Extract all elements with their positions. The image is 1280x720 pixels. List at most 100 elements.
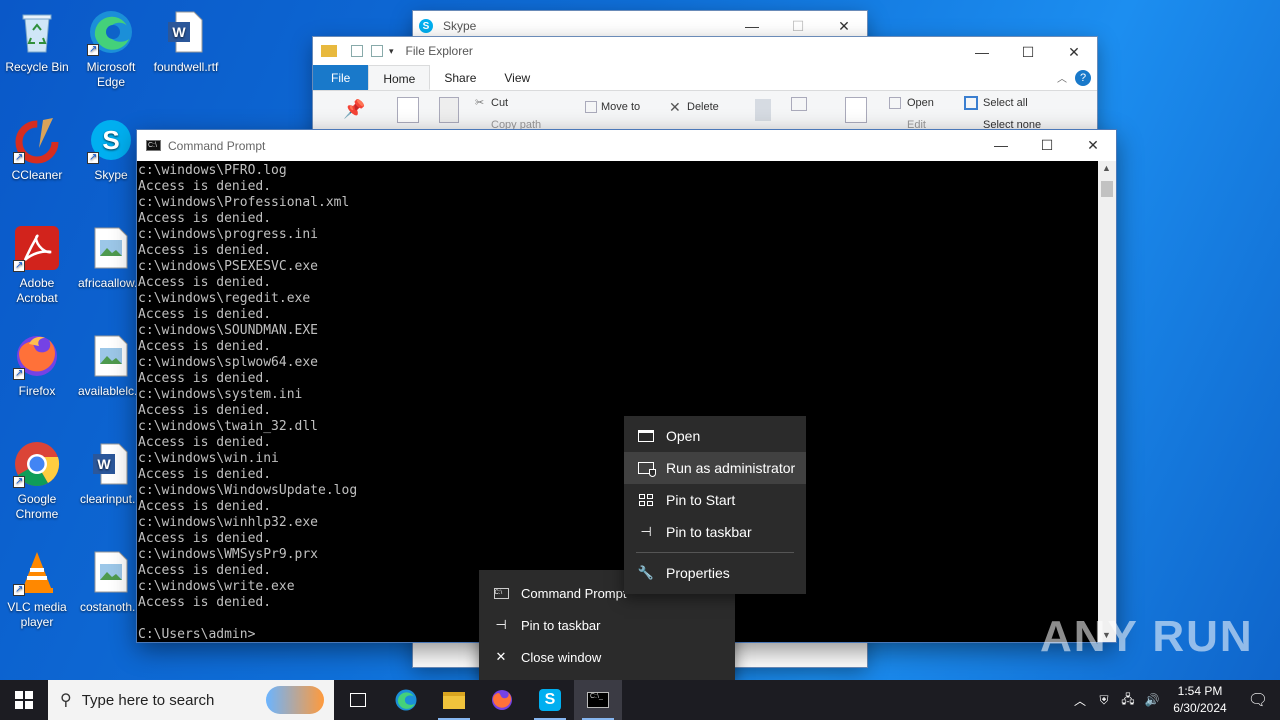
menu-item-pin-to-start[interactable]: Pin to Start: [624, 484, 806, 516]
console-line: c:\windows\Professional.xml: [138, 195, 350, 210]
desktop-icon-firefox[interactable]: Firefox: [1, 332, 73, 399]
delete-icon[interactable]: ✕: [669, 99, 681, 116]
cut-label[interactable]: Cut: [491, 97, 508, 109]
desktop-icon-label: Recycle Bin: [5, 60, 69, 74]
console-line: Access is denied.: [138, 403, 272, 418]
maximize-button[interactable]: ☐: [1024, 130, 1070, 160]
skype-icon: S: [87, 116, 135, 165]
console-line: Access is denied.: [138, 531, 272, 546]
pin-icon[interactable]: 📌: [343, 99, 365, 120]
copy-icon[interactable]: [397, 97, 419, 123]
jump-list-item-pin[interactable]: ⊣ Pin to taskbar: [479, 609, 735, 641]
menu-separator: [636, 552, 794, 553]
taskbar-command-prompt[interactable]: C:\_: [574, 680, 622, 720]
open-icon[interactable]: [889, 97, 901, 109]
new-folder-quick-icon[interactable]: [371, 45, 383, 57]
admin-shield-icon: [636, 460, 656, 477]
console-line: Access is denied.: [138, 435, 272, 450]
system-tray: ︿ ⛨ 🖧 🔊 1:54 PM 6/30/2024 🗨: [1068, 680, 1280, 720]
firefox-icon: [492, 690, 512, 710]
desktop-icon-label: VLC media player: [7, 600, 67, 629]
properties-icon[interactable]: [845, 97, 867, 123]
open-label[interactable]: Open: [907, 97, 934, 109]
desktop-icon-acrobat[interactable]: Adobe Acrobat: [1, 224, 73, 306]
desktop-icon-label: foundwell.rtf: [153, 60, 219, 74]
console-line: Access is denied.: [138, 307, 272, 322]
task-view-button[interactable]: [334, 680, 382, 720]
maximize-button[interactable]: ☐: [1005, 37, 1051, 67]
console-line: c:\windows\SOUNDMAN.EXE: [138, 323, 319, 338]
network-icon[interactable]: 🖧: [1116, 690, 1140, 711]
cmd-titlebar[interactable]: C:\ Command Prompt — ☐ ✕: [137, 130, 1116, 161]
console-line: Access is denied.: [138, 467, 272, 482]
close-button[interactable]: ✕: [1070, 130, 1116, 160]
paste-icon[interactable]: [439, 97, 459, 123]
tab-file[interactable]: File: [313, 65, 369, 90]
pin-icon: ⊣: [640, 524, 652, 539]
security-icon[interactable]: ⛨: [1092, 693, 1116, 708]
select-all-icon[interactable]: [964, 96, 978, 110]
console-line: Access is denied.: [138, 371, 272, 386]
console-line: c:\windows\regedit.exe: [138, 291, 311, 306]
collapse-ribbon-icon[interactable]: ︿: [1057, 70, 1067, 85]
minimize-button[interactable]: —: [959, 37, 1005, 67]
jump-list-item-close[interactable]: ✕ Close window: [479, 641, 735, 673]
search-icon: ⚲: [60, 692, 72, 709]
menu-item-run-as-administrator[interactable]: Run as administrator: [624, 452, 806, 484]
console-line: c:\windows\PSEXESVC.exe: [138, 259, 319, 274]
menu-item-open[interactable]: Open: [624, 420, 806, 452]
select-all-label[interactable]: Select all: [983, 97, 1028, 109]
rename-icon[interactable]: [755, 99, 771, 121]
desktop-icon-chrome[interactable]: Google Chrome: [1, 440, 73, 522]
window-icon: [636, 428, 656, 444]
tab-view[interactable]: View: [490, 65, 544, 90]
menu-item-properties[interactable]: 🔧 Properties: [624, 557, 806, 589]
taskbar-firefox[interactable]: [478, 680, 526, 720]
shortcut-arrow-icon: [13, 474, 25, 489]
quick-access-dropdown-icon[interactable]: ▾: [389, 46, 394, 57]
delete-label[interactable]: Delete: [687, 101, 719, 113]
console-line: Access is denied.: [138, 499, 272, 514]
menu-item-label: Open: [666, 428, 701, 444]
shortcut-arrow-icon: [87, 42, 99, 57]
cut-icon[interactable]: ✂: [475, 96, 484, 109]
recycle-bin-icon: [13, 8, 61, 56]
taskbar-file-explorer[interactable]: [430, 680, 478, 720]
pin-to-start-icon: [636, 492, 656, 508]
show-hidden-icons-icon[interactable]: ︿: [1068, 692, 1092, 709]
taskbar-search-box[interactable]: ⚲ Type here to search: [48, 680, 334, 720]
close-icon: ✕: [495, 649, 507, 664]
properties-quick-icon[interactable]: [351, 45, 363, 57]
scroll-thumb[interactable]: [1101, 181, 1113, 197]
desktop-icon-recycle-bin[interactable]: Recycle Bin: [1, 8, 73, 75]
clock[interactable]: 1:54 PM 6/30/2024: [1164, 683, 1236, 717]
console-line: c:\windows\progress.ini: [138, 227, 319, 242]
vertical-scrollbar[interactable]: ▲ ▼: [1098, 161, 1116, 642]
file-explorer-window[interactable]: ▾ File Explorer — ☐ ✕ File Home Share Vi…: [313, 37, 1097, 137]
volume-icon[interactable]: 🔊: [1140, 693, 1164, 707]
notifications-icon[interactable]: 🗨: [1236, 690, 1280, 710]
shortcut-arrow-icon: [87, 150, 99, 165]
scroll-up-icon[interactable]: ▲: [1102, 163, 1111, 173]
close-button[interactable]: ✕: [1051, 37, 1097, 67]
menu-item-pin-to-taskbar[interactable]: ⊣ Pin to taskbar: [624, 516, 806, 548]
explorer-titlebar[interactable]: ▾ File Explorer — ☐ ✕: [313, 37, 1097, 65]
taskbar-edge[interactable]: [382, 680, 430, 720]
move-to-icon[interactable]: [585, 101, 597, 113]
desktop-icon-foundwell[interactable]: W foundwell.rtf: [150, 8, 222, 75]
desktop-icon-ccleaner[interactable]: CCleaner: [1, 116, 73, 183]
menu-item-label: Properties: [666, 565, 730, 581]
start-button[interactable]: [0, 680, 48, 720]
console-line: c:\windows\win.ini: [138, 451, 279, 466]
move-to-label[interactable]: Move to: [601, 101, 640, 113]
taskbar-skype[interactable]: S: [526, 680, 574, 720]
desktop-icon-vlc[interactable]: VLC media player: [1, 548, 73, 630]
tab-share[interactable]: Share: [430, 65, 490, 90]
new-item-icon[interactable]: [791, 97, 807, 111]
desktop-icon-label: Firefox: [18, 384, 56, 398]
tab-home[interactable]: Home: [368, 65, 431, 90]
desktop-icon-edge[interactable]: Microsoft Edge: [75, 8, 147, 90]
shortcut-arrow-icon: [13, 366, 25, 381]
minimize-button[interactable]: —: [978, 130, 1024, 160]
help-icon[interactable]: ?: [1075, 69, 1091, 86]
